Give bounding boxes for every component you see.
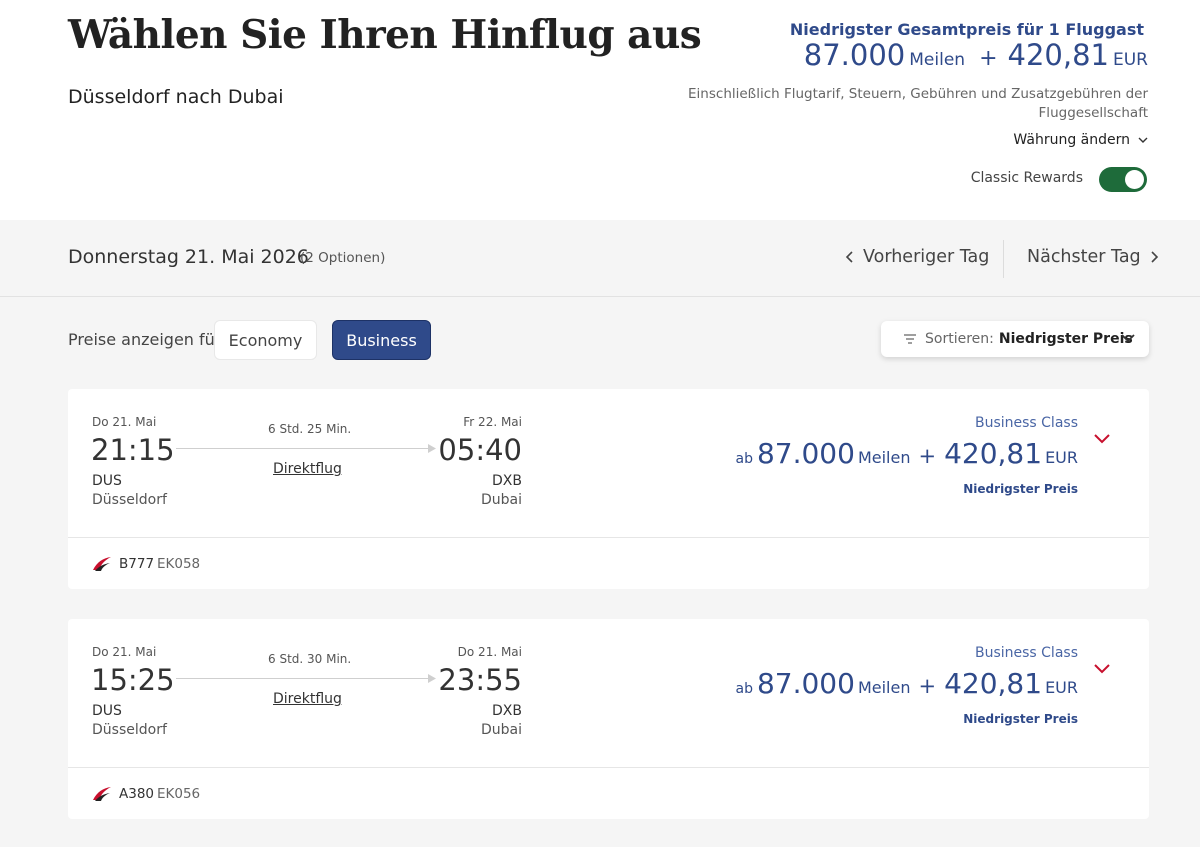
day-navigation: Donnerstag 21. Mai 2026 (2 Optionen) Vor… bbox=[0, 220, 1200, 297]
arrival-airport-code: DXB bbox=[492, 703, 522, 719]
route-line bbox=[176, 448, 434, 449]
lowest-price-tag: Niedrigster Preis bbox=[963, 712, 1078, 726]
aircraft-type: A380 bbox=[119, 786, 155, 802]
currency-change-label: Währung ändern bbox=[1013, 132, 1130, 148]
lowest-total-label: Niedrigster Gesamtpreis für 1 Fluggast bbox=[789, 20, 1144, 39]
prices-for-label: Preise anzeigen für: bbox=[68, 330, 227, 349]
summary-plus: + bbox=[979, 46, 998, 71]
flight-price: ab 87.000 Meilen +420,81 EUR bbox=[735, 667, 1078, 700]
direct-flight-link[interactable]: Direktflug bbox=[273, 461, 342, 477]
departure-airport-code: DUS bbox=[92, 473, 122, 489]
direct-flight-link[interactable]: Direktflug bbox=[273, 691, 342, 707]
selected-date: Donnerstag 21. Mai 2026 bbox=[68, 246, 309, 268]
lowest-total-price: 87.000 Meilen +420,81 EUR bbox=[804, 38, 1148, 72]
departure-time: 21:15 bbox=[91, 433, 175, 467]
price-currency: EUR bbox=[1045, 678, 1078, 697]
business-button[interactable]: Business bbox=[332, 320, 431, 360]
flight-price: ab 87.000 Meilen +420,81 EUR bbox=[735, 437, 1078, 470]
arrival-date: Fr 22. Mai bbox=[463, 415, 522, 429]
airline-logo-icon bbox=[93, 787, 111, 801]
flight-number: EK058 bbox=[157, 556, 201, 572]
departure-airport-code: DUS bbox=[92, 703, 122, 719]
flight-duration: 6 Std. 25 Min. bbox=[268, 422, 352, 436]
price-plus: + bbox=[918, 444, 937, 468]
flight-card[interactable]: Do 21. Mai 21:15 DUS Düsseldorf 6 Std. 2… bbox=[68, 389, 1149, 589]
lowest-price-tag: Niedrigster Preis bbox=[963, 482, 1078, 496]
departure-date: Do 21. Mai bbox=[92, 645, 157, 659]
sort-value: Niedrigster Preis bbox=[998, 331, 1133, 347]
price-miles: 87.000 bbox=[756, 437, 855, 470]
airline-logo-icon bbox=[93, 557, 111, 571]
chevron-down-icon[interactable] bbox=[1093, 663, 1111, 675]
summary-miles: 87.000 bbox=[803, 38, 906, 72]
arrival-time: 23:55 bbox=[438, 663, 522, 697]
classic-rewards-toggle[interactable] bbox=[1099, 167, 1147, 192]
chevron-right-icon bbox=[1151, 251, 1158, 263]
price-amount: 420,81 bbox=[944, 437, 1043, 470]
divider bbox=[1003, 240, 1004, 278]
flight-duration: 6 Std. 30 Min. bbox=[268, 652, 352, 666]
classic-rewards-label: Classic Rewards bbox=[970, 170, 1083, 186]
price-currency: EUR bbox=[1045, 448, 1078, 467]
price-miles-unit: Meilen bbox=[857, 678, 911, 697]
departure-time: 15:25 bbox=[91, 663, 175, 697]
chevron-down-icon[interactable] bbox=[1093, 433, 1111, 445]
arrival-date: Do 21. Mai bbox=[457, 645, 522, 659]
departure-date: Do 21. Mai bbox=[92, 415, 157, 429]
sort-icon bbox=[904, 334, 916, 344]
next-day-button[interactable]: Nächster Tag bbox=[1027, 247, 1160, 267]
arrival-city: Dubai bbox=[480, 722, 522, 738]
chevron-down-icon bbox=[1121, 334, 1135, 343]
options-count: (2 Optionen) bbox=[300, 250, 386, 266]
price-prefix: ab bbox=[735, 451, 753, 467]
card-divider bbox=[68, 537, 1149, 538]
sort-label: Sortieren: bbox=[925, 331, 994, 347]
price-miles-unit: Meilen bbox=[857, 448, 911, 467]
route-line bbox=[176, 678, 434, 679]
previous-day-label: Vorheriger Tag bbox=[863, 247, 990, 267]
arrow-right-icon bbox=[428, 674, 436, 683]
price-plus: + bbox=[918, 674, 937, 698]
header: Wählen Sie Ihren Hinflug aus Düsseldorf … bbox=[0, 0, 1200, 220]
price-miles: 87.000 bbox=[756, 667, 855, 700]
route-label: Düsseldorf nach Dubai bbox=[68, 86, 284, 108]
price-amount: 420,81 bbox=[944, 667, 1043, 700]
price-prefix: ab bbox=[735, 681, 753, 697]
flight-card[interactable]: Do 21. Mai 15:25 DUS Düsseldorf 6 Std. 3… bbox=[68, 619, 1149, 819]
page-title: Wählen Sie Ihren Hinflug aus bbox=[68, 12, 702, 58]
summary-currency: EUR bbox=[1113, 50, 1148, 70]
card-divider bbox=[68, 767, 1149, 768]
sort-dropdown[interactable]: Sortieren: Niedrigster Preis bbox=[881, 321, 1149, 357]
chevron-left-icon bbox=[845, 251, 853, 263]
chevron-down-icon bbox=[1138, 137, 1148, 143]
cabin-class: Business Class bbox=[974, 645, 1078, 661]
aircraft-type: B777 bbox=[119, 556, 155, 572]
toggle-knob bbox=[1125, 170, 1144, 189]
summary-miles-unit: Meilen bbox=[909, 50, 966, 70]
next-day-label: Nächster Tag bbox=[1027, 247, 1141, 267]
price-note: Einschließlich Flugtarif, Steuern, Gebüh… bbox=[688, 86, 1148, 121]
flight-number: EK056 bbox=[157, 786, 201, 802]
previous-day-button[interactable]: Vorheriger Tag bbox=[844, 247, 989, 267]
economy-button[interactable]: Economy bbox=[214, 320, 317, 360]
cabin-class: Business Class bbox=[974, 415, 1078, 431]
departure-city: Düsseldorf bbox=[92, 722, 167, 738]
arrival-time: 05:40 bbox=[438, 433, 522, 467]
arrival-city: Dubai bbox=[480, 492, 522, 508]
arrival-airport-code: DXB bbox=[492, 473, 522, 489]
departure-city: Düsseldorf bbox=[92, 492, 167, 508]
arrow-right-icon bbox=[428, 444, 436, 453]
summary-amount: 420,81 bbox=[1007, 38, 1109, 72]
currency-change-button[interactable]: Währung ändern bbox=[1013, 132, 1148, 148]
